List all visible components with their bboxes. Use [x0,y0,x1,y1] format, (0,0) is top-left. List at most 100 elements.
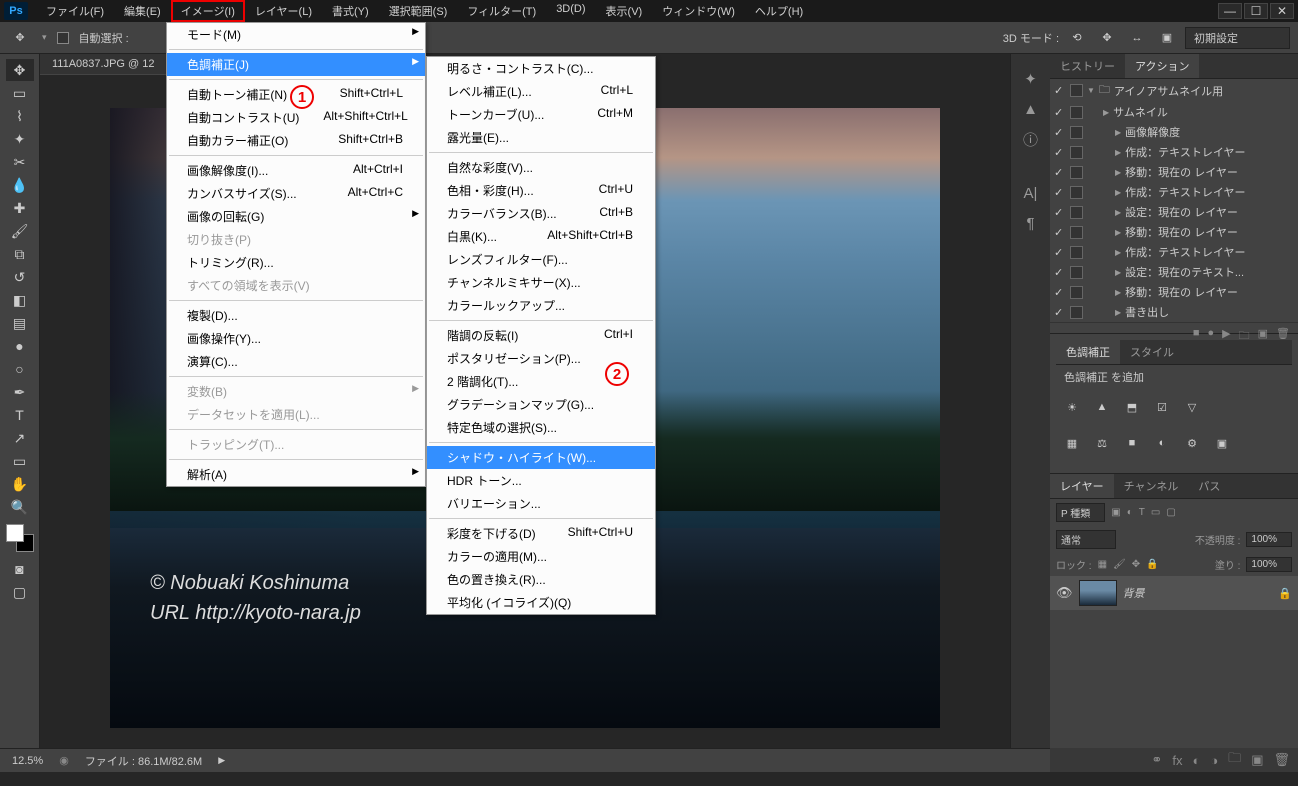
photo-filter-icon[interactable]: ◐ [1150,433,1174,453]
menu-8[interactable]: 表示(V) [596,0,653,22]
marquee-tool[interactable]: ▭ [6,82,34,104]
menu-item[interactable]: グラデーションマップ(G)... [427,393,655,416]
preset-dropdown[interactable]: 初期設定 [1185,27,1290,49]
eyedropper-tool[interactable]: 💧 [6,174,34,196]
mask-icon[interactable]: ◐ [1192,753,1200,768]
menu-item[interactable]: カンバスサイズ(S)...Alt+Ctrl+C [167,182,425,205]
type-tool[interactable]: T [6,404,34,426]
chevron-down-icon[interactable]: ▾ [42,32,47,43]
slide-icon[interactable]: ↔ [1125,26,1149,50]
menu-item[interactable]: 画像解像度(I)...Alt+Ctrl+I [167,159,425,182]
menu-item[interactable]: レンズフィルター(F)... [427,248,655,271]
minimize-button[interactable]: — [1218,3,1242,19]
fx-icon[interactable]: fx [1172,753,1182,768]
menu-item[interactable]: 色相・彩度(H)...Ctrl+U [427,179,655,202]
exposure-icon[interactable]: ☑ [1150,397,1174,417]
history-brush-tool[interactable]: ↺ [6,266,34,288]
color-swatches[interactable] [6,524,34,552]
menu-item[interactable]: バリエーション... [427,492,655,515]
menu-item[interactable]: 解析(A)▶ [167,463,425,486]
magic-wand-tool[interactable]: ✦ [6,128,34,150]
filter-smart-icon[interactable]: ▢ [1166,507,1175,518]
screenmode-tool[interactable]: ▢ [6,581,34,603]
menu-item[interactable]: HDR トーン... [427,469,655,492]
menu-item[interactable]: 自動コントラスト(U)Alt+Shift+Ctrl+L [167,106,425,129]
menu-item[interactable]: 自然な彩度(V)... [427,156,655,179]
menu-item[interactable]: カラールックアップ... [427,294,655,317]
action-row[interactable]: ✓▶設定：現在のテキスト... [1050,262,1298,282]
filter-type-icon[interactable]: T [1139,507,1145,518]
action-row[interactable]: ✓▶作成：テキストレイヤー [1050,182,1298,202]
menu-item[interactable]: 複製(D)... [167,304,425,327]
menu-1[interactable]: 編集(E) [114,0,171,22]
levels-icon[interactable]: ▲ [1090,397,1114,417]
dodge-tool[interactable]: ○ [6,358,34,380]
shape-tool[interactable]: ▭ [6,450,34,472]
menu-item[interactable]: 演算(C)... [167,350,425,373]
menu-item[interactable]: レベル補正(L)...Ctrl+L [427,80,655,103]
action-row[interactable]: ✓▶移動：現在の レイヤー [1050,282,1298,302]
camera-icon[interactable]: ▣ [1155,26,1179,50]
action-row[interactable]: ✓▶サムネイル [1050,102,1298,122]
stamp-tool[interactable]: ⧉ [6,243,34,265]
lock-all-icon[interactable]: 🔒 [1146,559,1158,570]
menu-item[interactable]: カラーの適用(M)... [427,545,655,568]
navigator-icon[interactable]: ✦ [1018,66,1044,92]
chevron-right-icon[interactable]: ▶ [218,755,225,766]
layers-tab[interactable]: レイヤー [1050,474,1114,498]
channel-mixer-icon[interactable]: ⚙ [1180,433,1204,453]
menu-item[interactable]: 特定色域の選択(S)... [427,416,655,439]
crop-tool[interactable]: ✂ [6,151,34,173]
paths-tab[interactable]: パス [1188,474,1230,498]
action-row[interactable]: ✓▶画像解像度 [1050,122,1298,142]
menu-item[interactable]: ポスタリゼーション(P)... [427,347,655,370]
menu-item[interactable]: チャンネルミキサー(X)... [427,271,655,294]
lookup-icon[interactable]: ▣ [1210,433,1234,453]
curves-icon[interactable]: ⬒ [1120,397,1144,417]
action-row[interactable]: ✓▶作成：テキストレイヤー [1050,242,1298,262]
menu-5[interactable]: 選択範囲(S) [379,0,458,22]
filter-adj-icon[interactable]: ◐ [1127,507,1133,518]
maximize-button[interactable]: ☐ [1244,3,1268,19]
menu-6[interactable]: フィルター(T) [457,0,546,22]
brush-tool[interactable]: 🖌 [6,220,34,242]
styles-tab[interactable]: スタイル [1120,340,1184,364]
autoselect-checkbox[interactable] [57,32,69,44]
action-row[interactable]: ✓▶移動：現在の レイヤー [1050,222,1298,242]
menu-item[interactable]: 自動カラー補正(O)Shift+Ctrl+B [167,129,425,152]
path-tool[interactable]: ↗ [6,427,34,449]
zoom-level[interactable]: 12.5% [12,755,43,767]
fill-adj-icon[interactable]: ◑ [1210,753,1218,768]
group-icon[interactable]: 🗀 [1228,749,1241,771]
filter-shape-icon[interactable]: ▭ [1151,507,1160,518]
menu-2[interactable]: イメージ(I) [171,0,245,22]
adjustments-tab[interactable]: 色調補正 [1056,340,1120,364]
menu-item[interactable]: 自動トーン補正(N)Shift+Ctrl+L [167,83,425,106]
lock-paint-icon[interactable]: 🖌 [1113,559,1126,570]
zoom-tool[interactable]: 🔍 [6,496,34,518]
action-row[interactable]: ✓▶書き出し [1050,302,1298,322]
pen-tool[interactable]: ✒ [6,381,34,403]
layer-row[interactable]: 👁 背景 🔒 [1050,576,1298,610]
orbit-icon[interactable]: ⟲ [1065,26,1089,50]
kind-filter[interactable]: P 種類 [1056,503,1105,522]
lasso-tool[interactable]: ⌇ [6,105,34,127]
menu-7[interactable]: 3D(D) [546,0,595,22]
menu-item[interactable]: 画像操作(Y)... [167,327,425,350]
lock-transparent-icon[interactable]: ▦ [1098,559,1107,570]
blend-mode[interactable]: 通常 [1056,530,1116,549]
menu-item[interactable]: 彩度を下げる(D)Shift+Ctrl+U [427,522,655,545]
document-tab[interactable]: 111A0837.JPG @ 12 [40,54,167,75]
menu-0[interactable]: ファイル(F) [36,0,114,22]
menu-item[interactable]: シャドウ・ハイライト(W)... [427,446,655,469]
menu-item[interactable]: カラーバランス(B)...Ctrl+B [427,202,655,225]
menu-item[interactable]: 階調の反転(I)Ctrl+I [427,324,655,347]
brightness-icon[interactable]: ☀ [1060,397,1084,417]
menu-item[interactable]: 色の置き換え(R)... [427,568,655,591]
action-row[interactable]: ✓▶作成：テキストレイヤー [1050,142,1298,162]
gradient-tool[interactable]: ▤ [6,312,34,334]
channels-tab[interactable]: チャンネル [1114,474,1189,498]
visibility-icon[interactable]: 👁 [1056,585,1073,601]
link-icon[interactable]: ⚭ [1151,752,1162,768]
pan-icon[interactable]: ✥ [1095,26,1119,50]
